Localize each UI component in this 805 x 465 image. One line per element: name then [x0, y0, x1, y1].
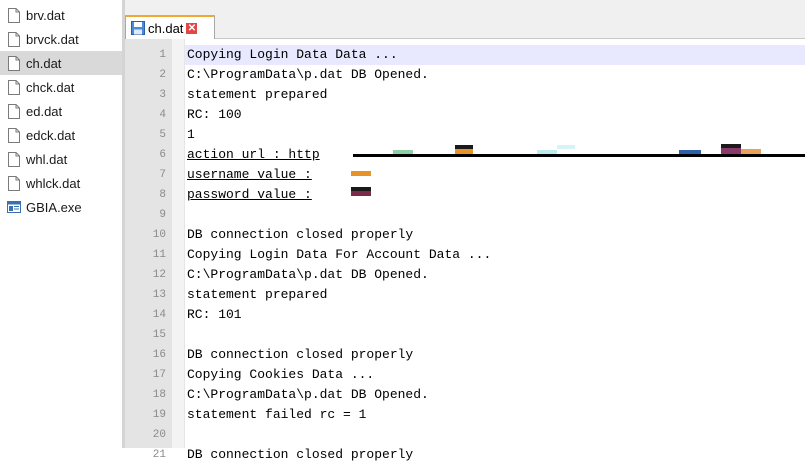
file-name: whlck.dat [26, 175, 81, 191]
line-number: 17 [152, 369, 166, 381]
code-line: statement prepared [187, 287, 328, 302]
line-number: 5 [159, 129, 166, 141]
tab-bar: ch.dat ✕ [125, 0, 805, 39]
code-line: action_url : http [187, 147, 320, 162]
line-number: 14 [152, 309, 166, 321]
line-number: 6 [159, 149, 166, 161]
code-line: C:\ProgramData\p.dat DB Opened. [187, 267, 429, 282]
line-number: 11 [152, 249, 166, 261]
code-line: Copying Login Data For Account Data ... [187, 247, 492, 262]
redaction-mark [741, 149, 761, 154]
code-line: RC: 101 [187, 307, 242, 322]
file-icon [8, 7, 20, 23]
fold-margin [172, 39, 185, 448]
tab-ch-dat[interactable]: ch.dat ✕ [125, 15, 215, 39]
redaction-mark [557, 145, 575, 149]
code-line: Copying Login Data Data ... [187, 47, 398, 62]
redaction-mark [351, 191, 371, 196]
redaction-mark [721, 148, 741, 154]
file-icon [8, 103, 20, 119]
file-item-whl[interactable]: whl.dat [0, 147, 122, 171]
editor-pane: ch.dat ✕ 1 2 3 4 5 6 7 8 9 10 11 12 13 1… [125, 0, 805, 462]
line-number: 20 [152, 429, 166, 441]
file-name: whl.dat [26, 151, 68, 167]
file-name: GBIA.exe [26, 199, 82, 215]
line-number: 1 [159, 49, 166, 61]
file-icon [8, 175, 20, 191]
code-line: DB connection closed properly [187, 347, 414, 362]
redaction-mark [393, 150, 413, 154]
code-line: Copying Cookies Data ... [187, 367, 375, 382]
file-name: brvck.dat [26, 31, 79, 47]
file-icon [8, 55, 20, 71]
file-name: ch.dat [26, 55, 62, 71]
file-item-whlck[interactable]: whlck.dat [0, 171, 122, 195]
code-line: statement failed rc = 1 [187, 407, 367, 422]
code-line: C:\ProgramData\p.dat DB Opened. [187, 67, 429, 82]
line-number: 15 [152, 329, 166, 341]
line-number: 18 [152, 389, 166, 401]
line-number: 16 [152, 349, 166, 361]
file-icon [8, 151, 20, 167]
line-number: 3 [159, 89, 166, 101]
file-item-ch[interactable]: ch.dat [0, 51, 122, 75]
text-area[interactable]: Copying Login Data Data ... C:\ProgramDa… [185, 39, 805, 462]
code-line: username_value : [187, 167, 312, 182]
code-line: C:\ProgramData\p.dat DB Opened. [187, 387, 429, 402]
line-number: 4 [159, 109, 166, 121]
redaction-mark [351, 171, 371, 176]
file-item-brv[interactable]: brv.dat [0, 3, 122, 27]
line-number: 9 [159, 209, 166, 221]
line-number: 13 [152, 289, 166, 301]
code-line: DB connection closed properly [187, 227, 414, 242]
file-icon [8, 31, 20, 47]
code-line: RC: 100 [187, 107, 242, 122]
file-item-edck[interactable]: edck.dat [0, 123, 122, 147]
redaction-mark [679, 150, 701, 154]
line-number: 8 [159, 189, 166, 201]
file-list-pane: brv.dat brvck.dat ch.dat chck.dat ed.dat… [0, 0, 122, 448]
file-icon [8, 79, 20, 95]
file-item-ed[interactable]: ed.dat [0, 99, 122, 123]
tab-title: ch.dat [148, 20, 184, 36]
file-name: brv.dat [26, 7, 65, 23]
save-icon [131, 21, 145, 35]
redaction-bar [353, 154, 805, 157]
redaction-mark [455, 149, 473, 154]
line-number: 2 [159, 69, 166, 81]
file-item-chck[interactable]: chck.dat [0, 75, 122, 99]
line-number: 19 [152, 409, 166, 421]
code-line: password_value : [187, 187, 312, 202]
file-name: ed.dat [26, 103, 63, 119]
redaction-mark [537, 150, 557, 154]
file-item-gbia[interactable]: GBIA.exe [0, 195, 122, 219]
line-number: 7 [159, 169, 166, 181]
line-number: 21 [152, 449, 166, 461]
file-item-brvck[interactable]: brvck.dat [0, 27, 122, 51]
file-name: edck.dat [26, 127, 76, 143]
code-line: DB connection closed properly [187, 447, 414, 462]
line-number-gutter: 1 2 3 4 5 6 7 8 9 10 11 12 13 14 15 16 1… [125, 39, 172, 461]
code-line: 1 [187, 127, 195, 142]
exe-icon [7, 201, 21, 213]
file-icon [8, 127, 20, 143]
file-name: chck.dat [26, 79, 75, 95]
line-number: 10 [152, 229, 166, 241]
line-number: 12 [152, 269, 166, 281]
close-icon[interactable]: ✕ [186, 22, 198, 34]
code-line: statement prepared [187, 87, 328, 102]
